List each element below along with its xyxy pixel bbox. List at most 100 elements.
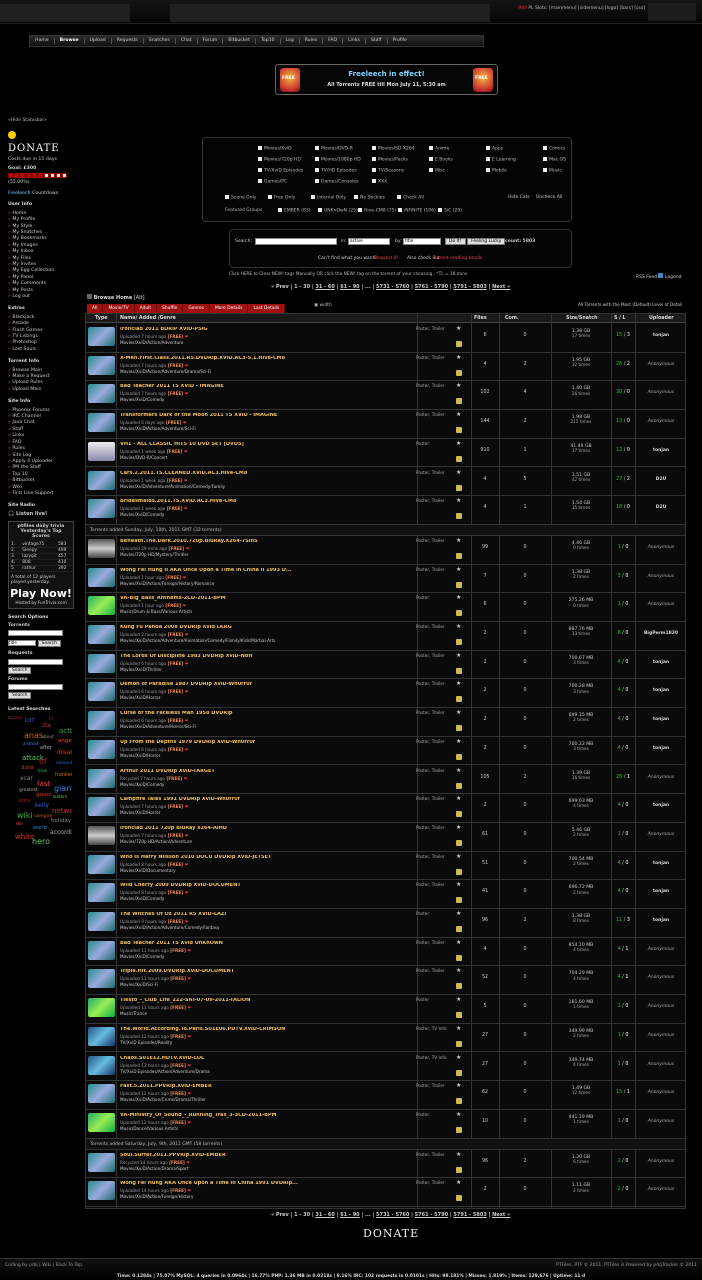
torrent-genre[interactable]: Movies/XviD/Comedy: [120, 512, 164, 518]
download-icon[interactable]: [456, 610, 462, 617]
files-count[interactable]: 96: [471, 918, 499, 924]
back-to-top-link[interactable]: Back To Top: [56, 1263, 82, 1268]
files-count[interactable]: 6: [471, 602, 499, 608]
bookmark-star-icon[interactable]: ★: [456, 537, 461, 545]
filter-tab[interactable]: More Details: [209, 304, 249, 313]
torrent-genre[interactable]: Movies/XviD/Adventure/Horror/Sci-Fi: [120, 724, 196, 730]
torrent-name-link[interactable]: Beneath.The.Dark.2010.720p.BluRay.X264-7…: [120, 539, 258, 545]
category-xvid-icon[interactable]: [88, 470, 115, 490]
bookmark-star-icon[interactable]: ★: [456, 411, 461, 419]
comments-count[interactable]: 0: [499, 631, 551, 637]
leechers[interactable]: 0: [627, 419, 630, 424]
torrent-name-link[interactable]: Kung Fu Panda 2008 DVDRip Xvid LKRG: [120, 625, 232, 631]
snatch-count[interactable]: 2 times: [551, 1188, 611, 1194]
search-tag[interactable]: sorry: [18, 799, 31, 805]
detail-level-note[interactable]: All Torrents with the Most (Default) Lev…: [578, 302, 682, 308]
leechers[interactable]: 3: [627, 333, 630, 338]
download-icon[interactable]: [456, 753, 462, 760]
uncheck-all-link[interactable]: Uncheck All: [536, 195, 562, 200]
category-xvid-icon[interactable]: [88, 499, 115, 519]
poster-trailer-links[interactable]: Poster, Trailer: [416, 1152, 445, 1158]
category-xvid-icon[interactable]: [88, 653, 115, 673]
torrent-genre[interactable]: Movies/XviD/Comedy: [120, 398, 164, 403]
bookmark-star-icon[interactable]: ★: [456, 1082, 461, 1090]
page-link[interactable]: 1 - 30: [294, 1212, 310, 1218]
next-link[interactable]: Next »: [492, 1212, 510, 1218]
category-checkbox[interactable]: TV/Seasons: [372, 168, 404, 174]
uploader[interactable]: tonjan: [635, 660, 685, 665]
bookmark-star-icon[interactable]: ★: [456, 469, 461, 477]
page-link[interactable]: 5791 - 5803: [453, 284, 486, 290]
files-count[interactable]: 4: [471, 362, 499, 368]
poster-trailer-links[interactable]: Poster: [416, 1112, 429, 1118]
files-count[interactable]: 96: [471, 1159, 499, 1165]
category-xvid-icon[interactable]: [88, 883, 115, 903]
hide-cats-link[interactable]: Hide Cats: [508, 195, 530, 200]
download-icon[interactable]: [456, 1195, 462, 1202]
page-link[interactable]: 5731 - 5760: [376, 1212, 409, 1218]
col-files[interactable]: Files: [474, 316, 487, 322]
search-tag[interactable]: eleventh: [56, 761, 72, 766]
torrent-name-link[interactable]: VH1 - ALL CLASSIC HITS 10 DVD SET [DVD5]: [120, 442, 244, 448]
leechers[interactable]: 0: [625, 861, 628, 866]
comments-count[interactable]: 2: [499, 1159, 551, 1165]
search-tag[interactable]: according: [50, 829, 72, 837]
snatch-count[interactable]: 3 times: [551, 689, 611, 695]
download-icon[interactable]: [456, 1069, 462, 1076]
nav-upload[interactable]: Upload: [85, 38, 112, 44]
donate-logo-bottom[interactable]: DONATE: [363, 1227, 419, 1241]
uploader[interactable]: tonjan: [635, 448, 685, 453]
comments-count[interactable]: 0: [499, 1033, 551, 1039]
leechers[interactable]: 0: [627, 390, 630, 395]
search-tag[interactable]: world: [33, 825, 47, 832]
snatch-count[interactable]: 8 times: [551, 918, 611, 924]
page-link[interactable]: 1 - 30: [294, 284, 310, 290]
snatch-count[interactable]: 2 times: [551, 832, 611, 838]
search-tag[interactable]: kelly: [35, 802, 49, 810]
category-music-icon[interactable]: [88, 596, 115, 616]
torrent-genre[interactable]: Movies/XviD/Action/Crime/Drama/Thriller: [120, 1097, 206, 1103]
play-now-link[interactable]: Play Now!: [9, 588, 73, 601]
torrent-search-input[interactable]: [8, 630, 63, 637]
col-comments[interactable]: Com.: [505, 316, 519, 322]
comments-count[interactable]: 0: [499, 574, 551, 580]
donate-logo[interactable]: DONATE: [8, 143, 72, 155]
bookmark-star-icon[interactable]: ★: [456, 824, 461, 832]
torrent-genre[interactable]: Movies/XviD/Action/Foreign/History/Roman…: [120, 581, 214, 587]
download-icon[interactable]: [456, 1012, 462, 1019]
uploader[interactable]: tonjan: [635, 333, 685, 338]
poster-trailer-links[interactable]: Poster, Trailer: [416, 412, 445, 418]
comments-count[interactable]: 0: [499, 1119, 551, 1125]
files-count[interactable]: 10: [471, 1119, 499, 1125]
category-hd-icon[interactable]: [88, 538, 115, 558]
in-select[interactable]: active: [348, 238, 390, 245]
torrent-row[interactable]: Ironclad 2011 BDRiP XviD-PSiG Uploaded 7 …: [86, 324, 685, 353]
comments-count[interactable]: 1: [499, 448, 551, 454]
nav-requests[interactable]: Requests: [112, 38, 144, 44]
leechers[interactable]: 0: [625, 660, 628, 665]
bookmark-star-icon[interactable]: ★: [456, 1151, 461, 1159]
nav-log[interactable]: Log: [281, 38, 300, 44]
category-xvid-icon[interactable]: [88, 1181, 115, 1201]
filter-checkbox[interactable]: Check All: [397, 195, 424, 201]
leechers[interactable]: 0: [625, 545, 628, 550]
torrent-row[interactable]: Soul.Surfer.2011.PPVRip.XviD-EMBER Recycl…: [86, 1150, 685, 1179]
category-xvid-icon[interactable]: [88, 1084, 115, 1104]
category-checkbox[interactable]: Movies/XviD: [258, 146, 292, 152]
torrent-row[interactable]: Wong Fei Hung AKA Once Upon a Time in Ch…: [86, 1178, 685, 1207]
category-checkbox[interactable]: Movies/1080p HD: [315, 157, 361, 163]
leechers[interactable]: 0: [625, 688, 628, 693]
nav-top10[interactable]: Top10: [256, 38, 281, 44]
files-count[interactable]: 62: [471, 1090, 499, 1096]
snatch-count[interactable]: 215 times: [551, 420, 611, 425]
comments-count[interactable]: 0: [499, 947, 551, 953]
category-checkbox[interactable]: Movies/Packs: [372, 157, 408, 163]
torrent-row[interactable]: Wild Cherry 2009 DVDRip XviD-DOCUMENT Upl…: [86, 880, 685, 909]
bookmark-star-icon[interactable]: ★: [456, 1025, 461, 1033]
category-xvid-icon[interactable]: [88, 355, 115, 375]
poster-trailer-links[interactable]: Poster, Trailer: [416, 796, 445, 802]
torrent-genre[interactable]: Movies/XviD/Comedy: [120, 954, 164, 960]
category-checkbox[interactable]: Movies/SD X264: [372, 146, 415, 152]
leechers[interactable]: 0: [625, 832, 628, 837]
download-icon[interactable]: [456, 1040, 462, 1047]
